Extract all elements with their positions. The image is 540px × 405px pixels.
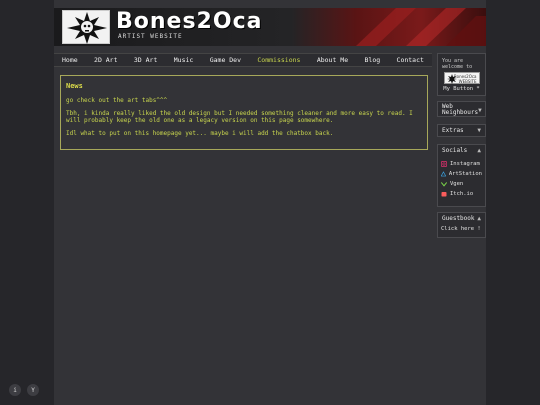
chevron-up-icon: ▲ bbox=[477, 215, 481, 222]
social-link-itchio[interactable]: Itch.io bbox=[441, 191, 482, 197]
site-button-badge[interactable]: Bones2Oca WEBSITE bbox=[443, 72, 480, 84]
nav-2d-art[interactable]: 2D Art bbox=[94, 56, 117, 64]
web-neighbours-dropdown[interactable]: Web Neighbours ▼ bbox=[437, 101, 486, 117]
chevron-down-icon: ▼ bbox=[477, 127, 481, 134]
chevron-down-icon: ▼ bbox=[478, 106, 482, 114]
social-label: Instagram bbox=[450, 161, 480, 167]
social-link-instagram[interactable]: Instagram bbox=[441, 161, 482, 167]
social-link-vgen[interactable]: Vgen bbox=[441, 181, 482, 187]
nav-commissions[interactable]: Commissions bbox=[257, 56, 300, 64]
nav-contact[interactable]: Contact bbox=[397, 56, 424, 64]
news-title: News bbox=[66, 82, 83, 90]
guestbook-link[interactable]: Click here ! bbox=[438, 224, 485, 235]
socials-panel: Socials ▲ Instagram ArtStation Vgen Itch… bbox=[437, 144, 486, 207]
nav-3d-art[interactable]: 3D Art bbox=[134, 56, 157, 64]
artstation-icon bbox=[441, 171, 446, 177]
my-button-link[interactable]: My Button * bbox=[442, 86, 481, 92]
news-paragraph: go check out the art tabs^^^ bbox=[66, 97, 168, 104]
news-paragraph: Tbh, i kinda really liked the old design… bbox=[66, 110, 413, 124]
badge-label: Bones2Oca WEBSITE bbox=[453, 74, 477, 84]
social-label: Itch.io bbox=[450, 191, 474, 197]
social-label: Vgen bbox=[450, 181, 464, 187]
nav-home[interactable]: Home bbox=[62, 56, 78, 64]
news-panel: News go check out the art tabs^^^ Tbh, i… bbox=[60, 75, 428, 150]
guestbook-label: Guestbook bbox=[442, 215, 475, 222]
guestbook-panel: Guestbook ▲ Click here ! bbox=[437, 212, 486, 238]
socials-header[interactable]: Socials ▲ bbox=[438, 145, 485, 156]
nav-about-me[interactable]: About Me bbox=[317, 56, 348, 64]
button-box-text: You are welcome to bbox=[442, 58, 473, 70]
social-link-artstation[interactable]: ArtStation bbox=[441, 171, 482, 177]
site-banner: Bones2Oca ARTIST WEBSITE bbox=[54, 8, 486, 46]
site-button-box: You are welcome to Bones2Oca WEBSITE My … bbox=[437, 53, 486, 96]
main-nav: Home 2D Art 3D Art Music Game Dev Commis… bbox=[54, 53, 432, 67]
banner-decoration bbox=[356, 8, 486, 46]
news-paragraph: Idl what to put on this homepage yet... … bbox=[66, 130, 334, 137]
nav-music[interactable]: Music bbox=[174, 56, 194, 64]
itchio-icon bbox=[441, 192, 447, 197]
social-label: ArtStation bbox=[448, 171, 482, 177]
info-icon[interactable]: i bbox=[9, 384, 21, 396]
extras-dropdown[interactable]: Extras ▼ bbox=[437, 124, 486, 137]
skull-logo-icon bbox=[62, 10, 110, 44]
site-subtitle: ARTIST WEBSITE bbox=[118, 33, 183, 40]
chevron-up-icon: ▲ bbox=[477, 147, 481, 154]
guestbook-header[interactable]: Guestbook ▲ bbox=[438, 213, 485, 224]
vgen-icon bbox=[441, 182, 447, 187]
extras-label: Extras bbox=[442, 127, 464, 134]
site-title: Bones2Oca bbox=[116, 9, 263, 34]
corner-controls: i Y bbox=[9, 384, 39, 396]
nav-blog[interactable]: Blog bbox=[365, 56, 381, 64]
filter-icon[interactable]: Y bbox=[27, 384, 39, 396]
instagram-icon bbox=[441, 161, 447, 167]
nav-game-dev[interactable]: Game Dev bbox=[210, 56, 241, 64]
web-neighbours-label: Web Neighbours bbox=[442, 103, 479, 116]
socials-label: Socials bbox=[442, 147, 468, 154]
